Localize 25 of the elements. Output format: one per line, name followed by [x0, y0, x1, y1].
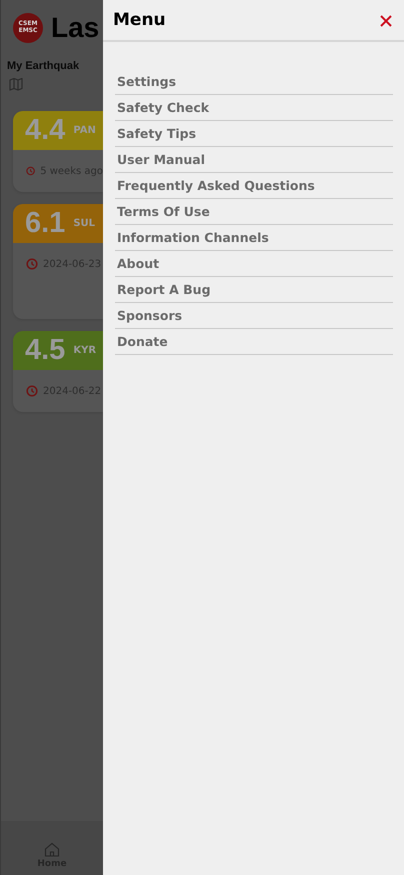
menu-item[interactable]: Sponsors — [115, 303, 393, 329]
clock-icon — [26, 385, 38, 397]
page-title: Las — [51, 12, 100, 44]
menu-item[interactable]: About — [115, 251, 393, 277]
menu-item[interactable]: Terms Of Use — [115, 199, 393, 225]
region-name: KYR — [73, 345, 96, 356]
menu-item[interactable]: Safety Tips — [115, 121, 393, 147]
section-title: My Earthquak — [6, 59, 80, 72]
menu-item[interactable]: Safety Check — [115, 95, 393, 121]
clock-icon — [26, 165, 36, 177]
magnitude: 4.4 — [25, 114, 66, 147]
region-name: PAN — [73, 125, 96, 136]
menu-item[interactable]: Settings — [115, 69, 393, 95]
clock-icon — [26, 258, 38, 270]
home-icon — [44, 842, 60, 857]
menu-item[interactable]: Frequently Asked Questions — [115, 173, 393, 199]
magnitude: 6.1 — [25, 207, 66, 240]
menu-item[interactable]: Donate — [115, 329, 393, 355]
magnitude: 4.5 — [25, 334, 66, 367]
menu-item[interactable]: Report A Bug — [115, 277, 393, 303]
region-name: SUL — [73, 218, 96, 229]
close-icon — [380, 15, 392, 27]
menu-title: Menu — [113, 10, 166, 30]
menu-item[interactable]: User Manual — [115, 147, 393, 173]
menu-item[interactable]: Information Channels — [115, 225, 393, 251]
